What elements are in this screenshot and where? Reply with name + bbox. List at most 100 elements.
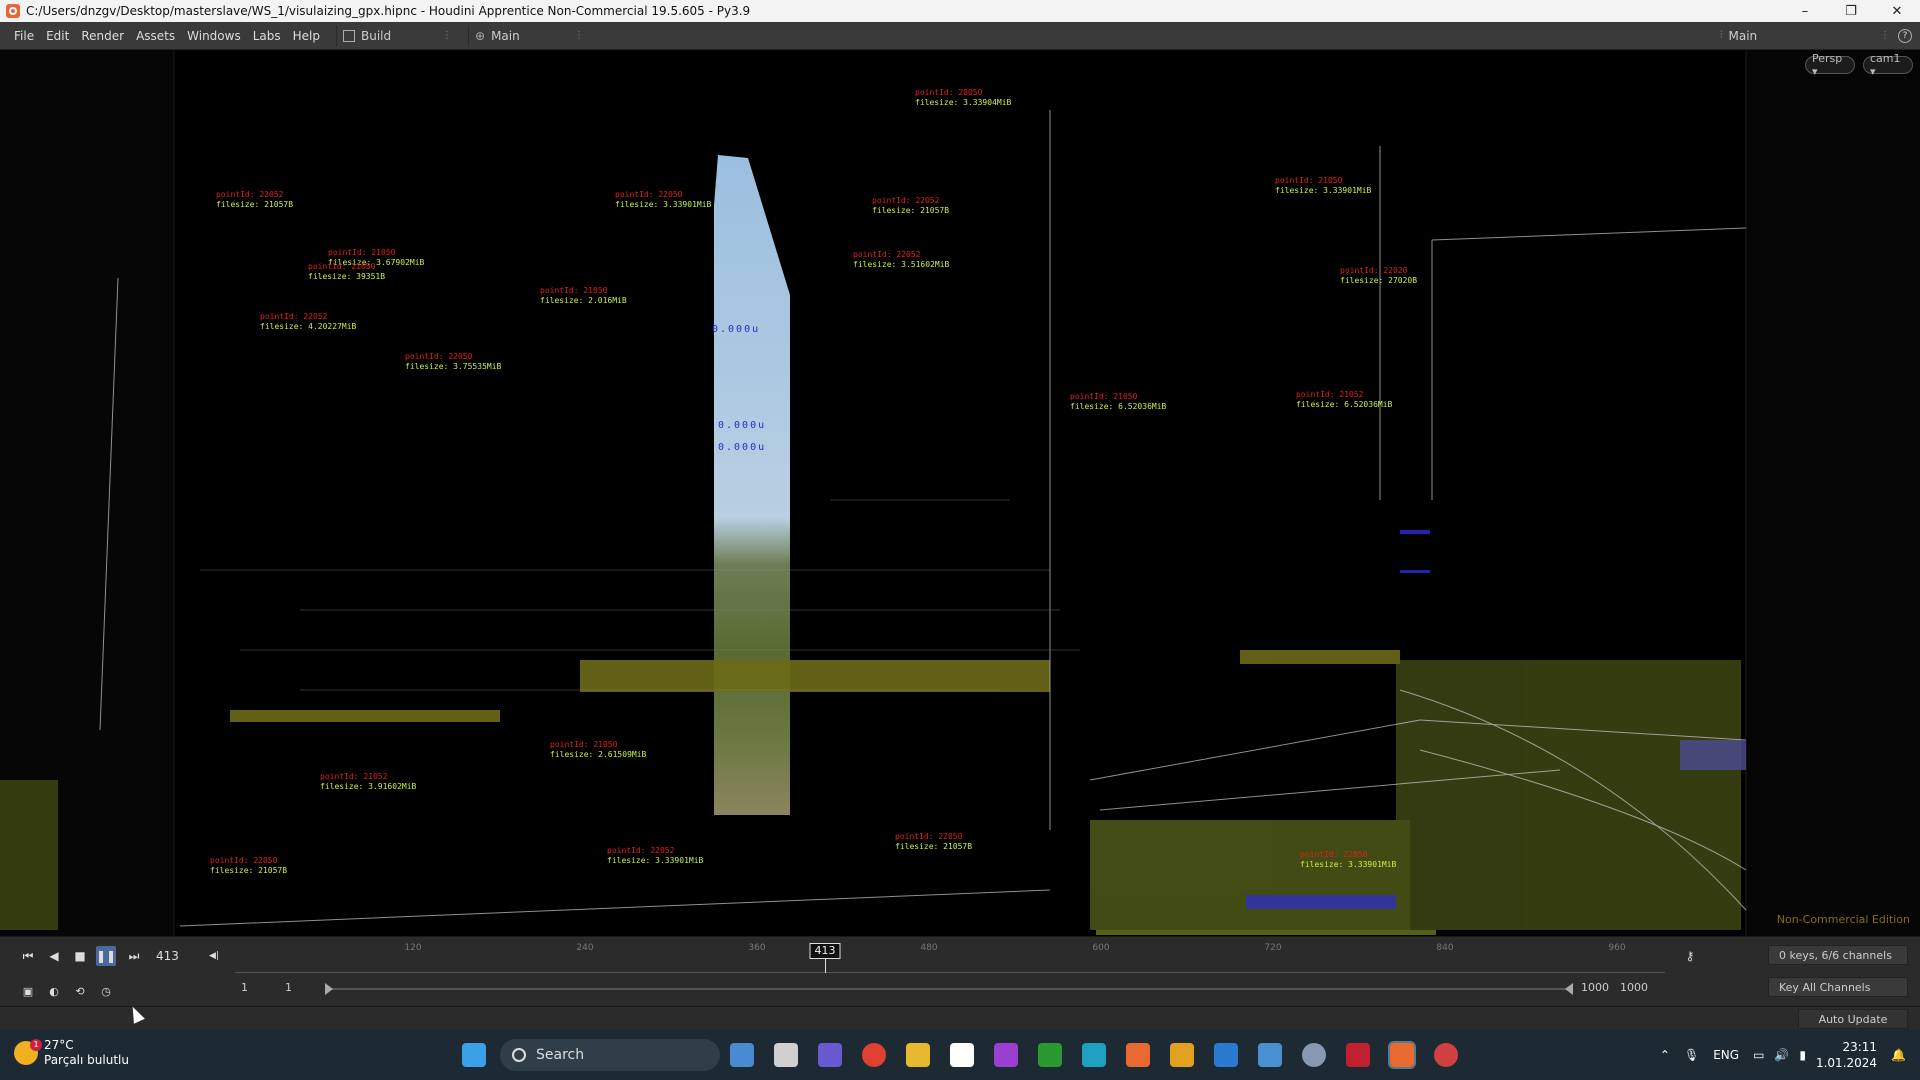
menu-labs[interactable]: Labs xyxy=(247,29,287,43)
temperature: 27°C xyxy=(44,1038,74,1052)
timeline-ruler[interactable]: 120 240 360 480 600 720 840 960 413 xyxy=(235,943,1665,973)
range-start-field-2[interactable]: 1 xyxy=(285,981,292,994)
desktop-build-label: Build xyxy=(361,28,392,43)
right-desktop-label: Main xyxy=(1728,28,1758,43)
range-end-field-2[interactable]: 1000 xyxy=(1620,981,1648,994)
windows-start-icon[interactable] xyxy=(462,1043,486,1067)
point-label: pointId: 21050 filesize: 3.33901MiB xyxy=(1275,176,1372,195)
point-label: pointId: 22052 filesize: 21057B xyxy=(872,196,950,215)
play-reverse-button[interactable]: ◀ xyxy=(44,946,64,966)
task-view-icon[interactable] xyxy=(774,1043,798,1067)
menu-bar: File Edit Render Assets Windows Labs Hel… xyxy=(0,22,1920,50)
desktop-main-label: Main xyxy=(491,28,520,43)
houdini-icon[interactable] xyxy=(1126,1043,1150,1067)
blue-value-text: 0.000u xyxy=(718,420,767,431)
audio-icon[interactable]: ◐ xyxy=(44,981,64,1001)
blue-value-text: 0.000u xyxy=(712,324,761,335)
camera-button[interactable]: cam1 ▾ xyxy=(1863,52,1913,78)
desktop-main-selector[interactable]: ⊕ Main ⋮ xyxy=(468,25,590,46)
range-end-field[interactable]: 1000 xyxy=(1581,981,1609,994)
point-label: pointId: 22020 filesize: 27020B xyxy=(1340,266,1418,285)
notification-bell-icon[interactable]: 🔔 xyxy=(1891,1048,1906,1062)
stop-button[interactable]: ■ xyxy=(70,946,90,966)
menu-help[interactable]: Help xyxy=(287,29,326,43)
menu-assets[interactable]: Assets xyxy=(130,29,181,43)
step-back-icon[interactable]: ◀| xyxy=(204,946,224,966)
app-icon[interactable] xyxy=(1258,1043,1282,1067)
desktop-build-selector[interactable]: Build ⋮ xyxy=(336,25,458,46)
persp-button[interactable]: Persp ▾ xyxy=(1805,52,1855,78)
houdini-active-icon[interactable] xyxy=(1388,1041,1416,1069)
restore-button[interactable]: ❐ xyxy=(1828,0,1874,22)
pause-button[interactable]: ❚❚ xyxy=(96,946,116,966)
clock-icon[interactable]: ◷ xyxy=(96,981,116,1001)
timeline-cursor-label[interactable]: 413 xyxy=(809,943,841,959)
range-start-handle[interactable] xyxy=(325,983,333,995)
notification-badge: 1 xyxy=(30,1039,42,1051)
range-slider[interactable] xyxy=(325,988,1570,990)
app-icon[interactable] xyxy=(994,1043,1018,1067)
current-frame-field[interactable]: 413 xyxy=(152,946,202,966)
grip-icon: ⋮ xyxy=(1880,30,1890,41)
volume-icon[interactable]: 🔊 xyxy=(1774,1048,1789,1062)
help-icon[interactable]: ? xyxy=(1898,28,1912,43)
key-icon[interactable]: ⚷ xyxy=(1680,946,1700,966)
point-label: pointId: 21050 filesize: 2.016MiB xyxy=(540,286,627,305)
language-indicator[interactable]: ENG xyxy=(1713,1048,1739,1062)
menu-windows[interactable]: Windows xyxy=(181,29,247,43)
ruler-tick-label: 240 xyxy=(576,943,594,953)
search-icon xyxy=(512,1048,526,1062)
app-icon[interactable] xyxy=(950,1043,974,1067)
playbar: ⏮ ◀ ■ ❚❚ ⏭ 413 ◀| 120 240 360 480 600 72… xyxy=(0,936,1920,1006)
frame-range: 1 1 1000 1000 xyxy=(235,981,1648,997)
taskbar-search[interactable]: Search xyxy=(500,1039,720,1071)
grip-icon: ⋮ xyxy=(574,30,584,41)
app-icon[interactable] xyxy=(1434,1043,1458,1067)
microphone-icon[interactable]: 🎙 xyxy=(1684,1048,1699,1062)
menu-render[interactable]: Render xyxy=(75,29,130,43)
range-start-field[interactable]: 1 xyxy=(241,981,248,994)
teams-icon[interactable] xyxy=(818,1043,842,1067)
keys-channels-dropdown[interactable]: 0 keys, 6/6 channels xyxy=(1768,945,1908,965)
auto-update-button[interactable]: Auto Update xyxy=(1798,1009,1908,1029)
close-button[interactable]: ✕ xyxy=(1874,0,1920,22)
app-icon[interactable] xyxy=(1170,1043,1194,1067)
point-label: pointId: 21050 filesize: 2.61509MiB xyxy=(550,740,647,759)
network-icon[interactable]: ▭ xyxy=(1753,1048,1764,1062)
point-label: pointId: 22050 filesize: 3.75535MiB xyxy=(405,352,502,371)
point-label: pointId: 22050 filesize: 3.33901MiB xyxy=(615,190,712,209)
chevron-up-icon[interactable]: ⌃ xyxy=(1660,1048,1670,1062)
point-label: pointId: 22052 filesize: 21057B xyxy=(216,190,294,209)
chrome-icon[interactable] xyxy=(862,1043,886,1067)
loop-icon[interactable]: ⟲ xyxy=(70,981,90,1001)
signal-icon: ⫶ xyxy=(1720,30,1723,41)
point-label: pointId: 22050 filesize: 3.33901MiB xyxy=(1300,850,1397,869)
date: 1.01.2024 xyxy=(1815,1056,1878,1070)
title-bar: C:/Users/dnzgv/Desktop/masterslave/WS_1/… xyxy=(0,0,1920,22)
battery-icon[interactable]: ▮ xyxy=(1799,1048,1806,1062)
app-icon[interactable] xyxy=(1082,1043,1106,1067)
scene-viewport[interactable]: Persp ▾ cam1 ▾ pointId: 20050 filesize: 3… xyxy=(0,50,1920,936)
range-end-handle[interactable] xyxy=(1565,983,1573,995)
copilot-icon[interactable] xyxy=(730,1043,754,1067)
settings-icon[interactable] xyxy=(1302,1043,1326,1067)
right-desktop-selector[interactable]: ⫶ Main ⋮ xyxy=(1720,26,1890,46)
timeline-cursor[interactable] xyxy=(825,959,826,973)
status-row: Auto Update xyxy=(0,1006,1920,1030)
jump-end-button[interactable]: ⏭ xyxy=(124,946,144,966)
clock[interactable]: 23:11 1.01.2024 xyxy=(1816,1039,1877,1071)
vscode-icon[interactable] xyxy=(1214,1043,1238,1067)
realtime-toggle-icon[interactable]: ▣ xyxy=(18,981,38,1001)
jump-start-button[interactable]: ⏮ xyxy=(18,946,38,966)
menu-edit[interactable]: Edit xyxy=(40,29,75,43)
weather-widget[interactable]: 1 27°C Parçalı bulutlu xyxy=(14,1038,129,1068)
ruler-tick-label: 600 xyxy=(1092,943,1110,953)
minimize-button[interactable]: – xyxy=(1782,0,1828,22)
app-icon[interactable] xyxy=(1346,1043,1370,1067)
key-all-channels-button[interactable]: Key All Channels xyxy=(1768,977,1908,997)
point-label: pointId: 20050 filesize: 3.33904MiB xyxy=(915,88,1012,107)
viewport-scene-graphics xyxy=(0,50,1920,936)
menu-file[interactable]: File xyxy=(8,29,40,43)
file-explorer-icon[interactable] xyxy=(906,1043,930,1067)
xbox-icon[interactable] xyxy=(1038,1043,1062,1067)
